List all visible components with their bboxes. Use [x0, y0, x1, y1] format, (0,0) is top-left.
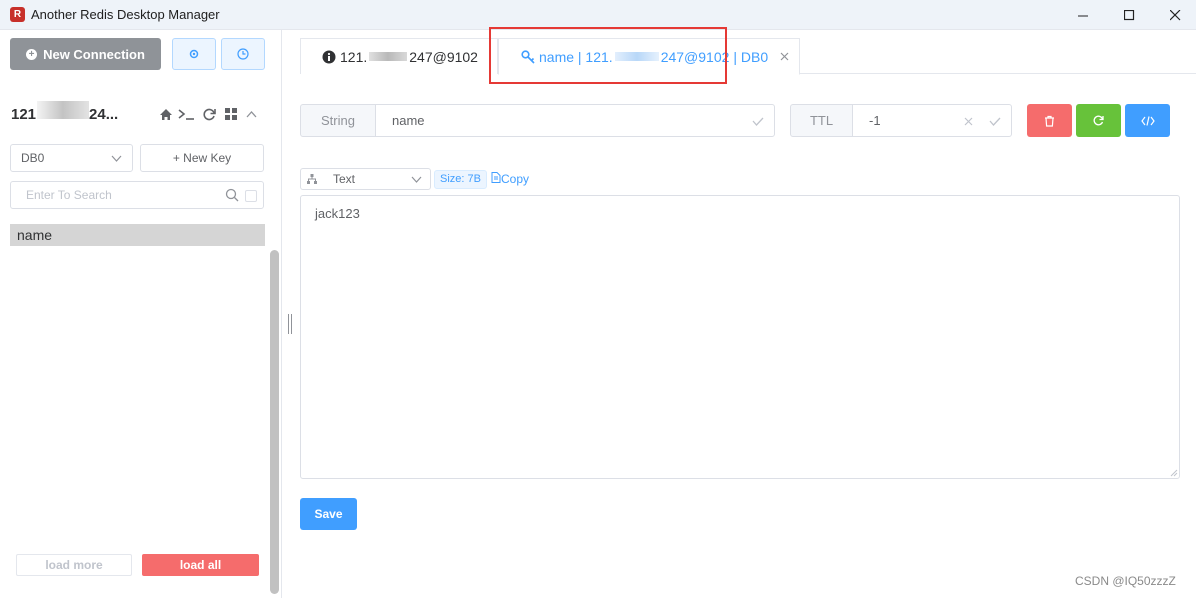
size-tag: Size: 7B [434, 170, 487, 189]
ttl-label: TTL [790, 104, 853, 137]
plus-circle-icon: + [26, 48, 38, 60]
minimize-button[interactable] [1060, 0, 1106, 30]
chevron-down-icon [411, 176, 422, 183]
refresh-icon [1093, 115, 1104, 126]
tab-connection-info[interactable]: 121. 247@9102 [300, 38, 498, 74]
copy-button[interactable]: Copy [491, 172, 529, 186]
trash-icon [1045, 115, 1054, 127]
save-button[interactable]: Save [300, 498, 357, 530]
tree-icon [307, 174, 317, 184]
exact-search-checkbox[interactable] [245, 190, 257, 202]
tab-bar: 121. 247@9102 name | 121. 247@9102 | DB0 [300, 38, 1196, 75]
gear-icon [189, 49, 199, 59]
sidebar: + New Connection 121 24... DB0 + New Key … [0, 30, 282, 598]
key-name-input[interactable]: name [375, 104, 775, 137]
key-type-label: String [300, 104, 376, 137]
home-icon[interactable] [158, 106, 174, 122]
refresh-icon[interactable] [201, 106, 217, 122]
app-logo-icon: R [10, 7, 25, 22]
check-icon[interactable] [752, 117, 764, 126]
close-window-button[interactable] [1152, 0, 1196, 30]
command-log-button[interactable] [221, 38, 265, 70]
close-icon [1169, 9, 1180, 20]
delete-key-button[interactable] [1027, 104, 1072, 137]
menu-grid-icon[interactable] [223, 106, 239, 122]
format-select[interactable]: Text [300, 168, 431, 190]
load-all-button[interactable]: load all [142, 554, 259, 576]
check-icon[interactable] [989, 117, 1001, 126]
ttl-input[interactable]: -1 [852, 104, 1012, 137]
new-connection-label: New Connection [43, 46, 145, 62]
minimize-icon [1077, 15, 1088, 16]
clock-icon [237, 48, 249, 60]
clear-icon[interactable] [964, 117, 973, 126]
key-list-item[interactable]: name [10, 224, 265, 246]
chevron-down-icon [111, 155, 122, 162]
close-tab-icon[interactable] [780, 52, 789, 61]
title-bar: R Another Redis Desktop Manager [0, 0, 1196, 30]
code-icon [1140, 115, 1155, 126]
redacted-region [369, 52, 408, 61]
search-input[interactable]: Enter To Search [10, 181, 264, 209]
db-select[interactable]: DB0 [10, 144, 133, 172]
panel-resizer[interactable] [288, 314, 292, 334]
document-icon [491, 172, 501, 183]
redacted-region [37, 101, 89, 119]
window-title: Another Redis Desktop Manager [31, 7, 220, 22]
maximize-icon [1123, 9, 1134, 20]
annotation-highlight-box [489, 27, 727, 84]
dump-command-button[interactable] [1125, 104, 1170, 137]
key-list-scrollbar[interactable] [270, 250, 279, 594]
new-connection-button[interactable]: + New Connection [10, 38, 161, 70]
value-textarea[interactable]: jack123 [300, 195, 1180, 479]
info-icon [322, 50, 336, 63]
settings-button[interactable] [172, 38, 216, 70]
chevron-up-icon[interactable] [243, 106, 259, 122]
new-key-button[interactable]: + New Key [140, 144, 264, 172]
search-icon[interactable] [225, 188, 239, 202]
maximize-button[interactable] [1106, 0, 1152, 30]
watermark: CSDN @IQ50zzzZ [1075, 574, 1176, 588]
load-more-button[interactable]: load more [16, 554, 132, 576]
terminal-icon[interactable] [178, 106, 194, 122]
resize-grip-icon[interactable] [1168, 467, 1178, 477]
refresh-key-button[interactable] [1076, 104, 1121, 137]
